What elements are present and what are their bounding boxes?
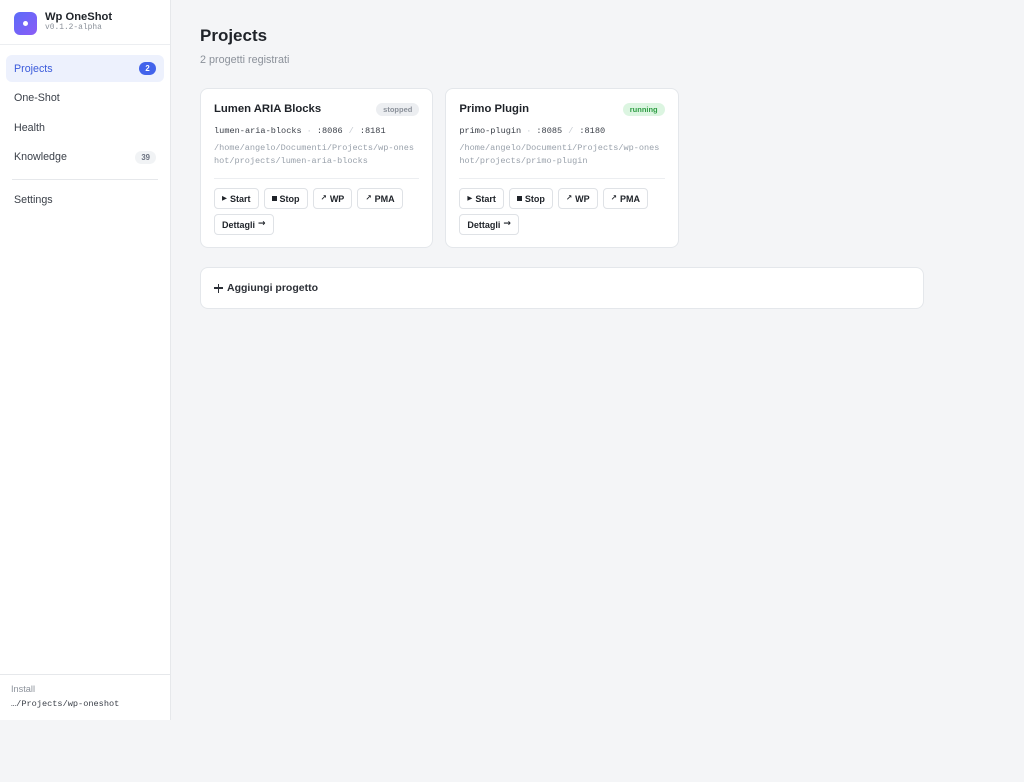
- sidebar-item-label: Projects: [14, 62, 53, 75]
- play-icon: [467, 194, 472, 203]
- add-project-label: Aggiungi progetto: [227, 282, 318, 294]
- sidebar-item-label: Knowledge: [14, 151, 67, 163]
- button-label: PMA: [619, 193, 640, 204]
- count-badge: 2: [139, 62, 156, 75]
- sidebar-item-health[interactable]: Health: [6, 114, 164, 141]
- project-name: Primo Plugin: [459, 103, 529, 115]
- button-label: Start: [475, 193, 496, 204]
- button-label: Start: [230, 193, 251, 204]
- add-project-button[interactable]: Aggiungi progetto: [200, 267, 924, 309]
- main-content: Projects 2 progetti registrati Lumen ARI…: [171, 0, 924, 309]
- action-row: Start Stop WP PMA: [214, 188, 419, 209]
- arrow-right-icon: [503, 220, 511, 229]
- stop-button[interactable]: Stop: [508, 188, 553, 209]
- logo-icon: [14, 12, 37, 35]
- button-label: WP: [329, 193, 345, 204]
- project-card: Primo Plugin running primo-plugin · :8085 /…: [445, 88, 679, 248]
- wp-port: :8086: [316, 126, 343, 136]
- project-slug: primo-plugin: [459, 126, 522, 136]
- plus-icon: [214, 283, 223, 293]
- project-endpoints: lumen-aria-blocks · :8086 / :8181: [214, 125, 419, 137]
- separator-slash: /: [348, 126, 354, 136]
- start-button[interactable]: Start: [214, 188, 259, 209]
- details-button[interactable]: Dettagli: [214, 214, 274, 235]
- card-divider: [214, 178, 420, 179]
- sidebar-item-label: Settings: [14, 194, 53, 206]
- sidebar-item-settings[interactable]: Settings: [6, 187, 164, 214]
- button-label: Dettagli: [222, 219, 256, 230]
- external-link-icon: [566, 194, 572, 203]
- card-header: Primo Plugin running: [459, 102, 665, 116]
- arrow-right-icon: [258, 220, 266, 229]
- open-pma-button[interactable]: PMA: [357, 188, 403, 209]
- separator-dot: ·: [306, 126, 312, 136]
- pma-port: :8181: [359, 126, 386, 136]
- wp-port: :8085: [536, 126, 563, 136]
- stop-icon: [271, 196, 277, 201]
- project-slug: lumen-aria-blocks: [214, 126, 302, 136]
- status-badge: running: [622, 102, 665, 116]
- sidebar-item-one-shot[interactable]: One-Shot: [6, 85, 164, 112]
- page-subtitle: 2 progetti registrati: [200, 54, 290, 66]
- open-wp-button[interactable]: WP: [312, 188, 353, 209]
- stop-icon: [516, 196, 522, 201]
- external-link-icon: [321, 194, 327, 203]
- button-label: Dettagli: [467, 219, 501, 230]
- sidebar: Wp OneShot v0.1.2-alpha Projects 2 One-S…: [0, 0, 171, 720]
- project-name: Lumen ARIA Blocks: [214, 103, 322, 115]
- play-icon: [222, 194, 227, 203]
- project-endpoints: primo-plugin · :8085 / :8180: [459, 125, 664, 137]
- nav-divider: [12, 179, 158, 180]
- start-button[interactable]: Start: [459, 188, 504, 209]
- card-divider: [459, 178, 665, 179]
- stop-button[interactable]: Stop: [263, 188, 308, 209]
- button-label: WP: [575, 193, 590, 204]
- sidebar-item-label: One-Shot: [14, 92, 60, 104]
- status-badge: stopped: [376, 102, 420, 116]
- card-header: Lumen ARIA Blocks stopped: [214, 102, 420, 116]
- project-actions: Start Stop WP PMA Dettagli: [459, 188, 664, 235]
- install-info: Install …/Projects/wp-oneshot: [0, 674, 170, 720]
- sidebar-item-label: Health: [14, 121, 45, 134]
- action-row: Start Stop WP PMA: [459, 188, 664, 209]
- install-label: Install: [11, 684, 36, 694]
- project-path: /home/angelo/Documenti/Projects/wp-onesh…: [214, 143, 415, 166]
- page-title: Projects: [200, 26, 268, 45]
- action-row: Dettagli: [214, 214, 419, 235]
- open-wp-button[interactable]: WP: [557, 188, 598, 209]
- brand-header: Wp OneShot v0.1.2-alpha: [0, 0, 170, 45]
- project-card: Lumen ARIA Blocks stopped lumen-aria-blo…: [200, 88, 434, 248]
- pma-port: :8180: [579, 126, 606, 136]
- button-label: Stop: [279, 193, 300, 204]
- button-label: Stop: [524, 193, 545, 204]
- open-pma-button[interactable]: PMA: [602, 188, 648, 209]
- details-button[interactable]: Dettagli: [459, 214, 519, 235]
- project-actions: Start Stop WP PMA Dettagli: [214, 188, 419, 235]
- external-link-icon: [611, 194, 617, 203]
- separator-dot: ·: [526, 126, 532, 136]
- external-link-icon: [365, 194, 371, 203]
- button-label: PMA: [374, 193, 395, 204]
- separator-slash: /: [568, 126, 574, 136]
- project-path: /home/angelo/Documenti/Projects/wp-onesh…: [459, 143, 660, 166]
- count-badge: 39: [135, 150, 156, 164]
- install-path: …/Projects/wp-oneshot: [11, 699, 120, 709]
- sidebar-item-knowledge[interactable]: Knowledge 39: [6, 144, 164, 171]
- sidebar-item-projects[interactable]: Projects 2: [6, 55, 164, 82]
- sidebar-nav: Projects 2 One-Shot Health Knowledge 39 …: [0, 45, 170, 216]
- action-row: Dettagli: [459, 214, 664, 235]
- project-grid: Lumen ARIA Blocks stopped lumen-aria-blo…: [200, 88, 924, 248]
- app-version: v0.1.2-alpha: [45, 23, 102, 32]
